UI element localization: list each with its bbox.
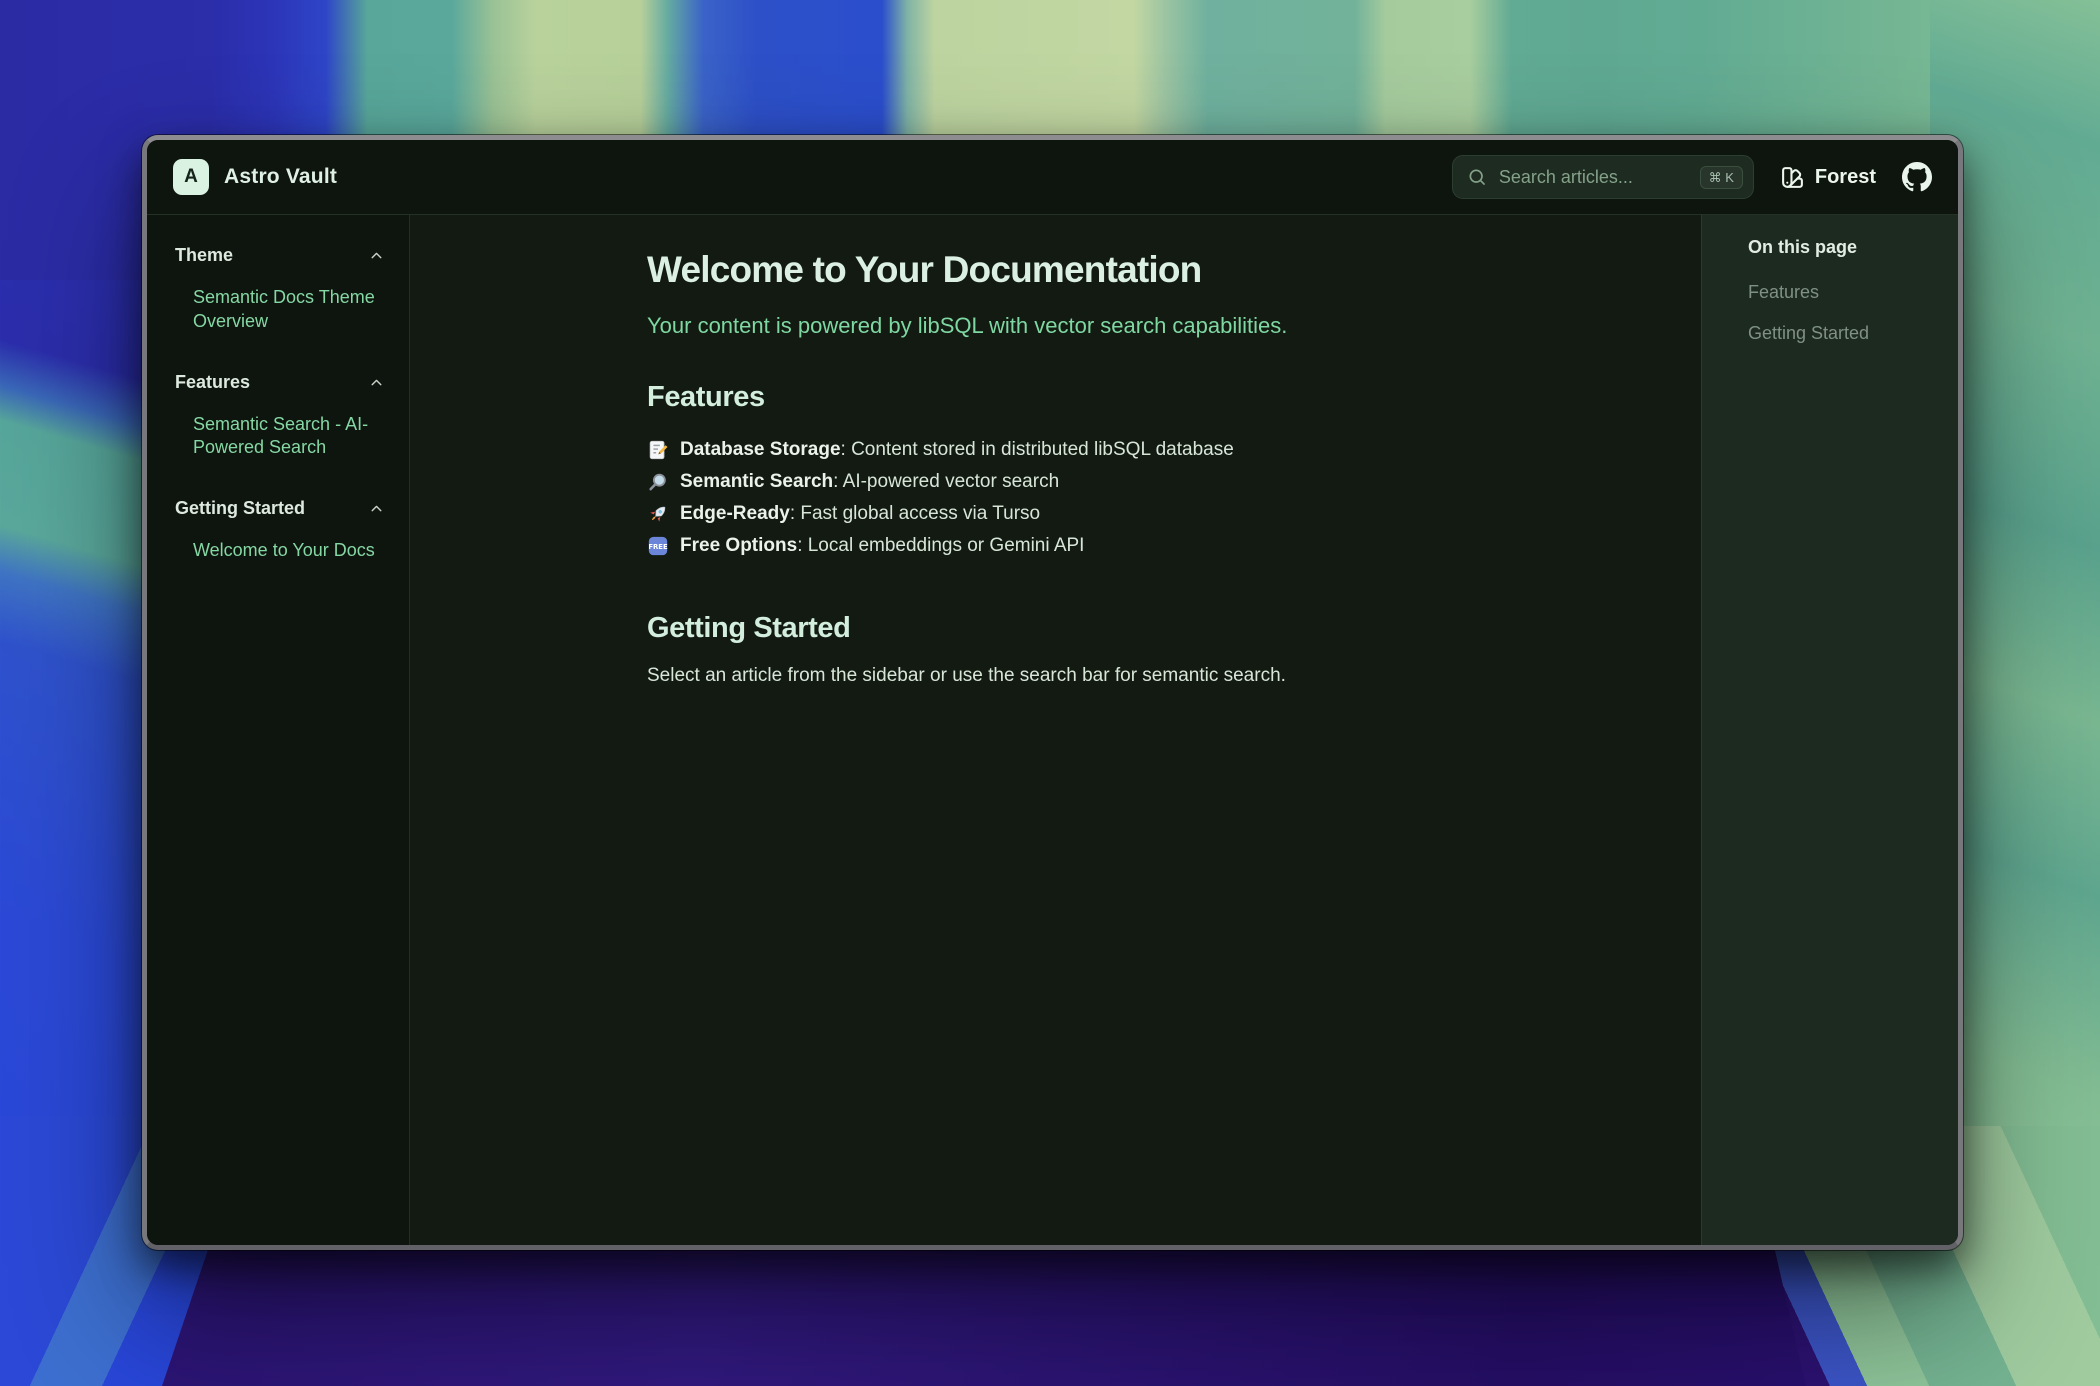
sidebar-section-label: Features [175, 372, 250, 393]
search-shortcut-badge: ⌘ K [1700, 166, 1743, 189]
search-bar[interactable]: ⌘ K [1452, 155, 1754, 199]
sidebar-item-welcome-to-your-docs[interactable]: Welcome to Your Docs [175, 539, 385, 563]
app-window: A Astro Vault ⌘ K Forest [142, 135, 1963, 1250]
getting-started-text: Select an article from the sidebar or us… [647, 665, 1477, 687]
sidebar-section-getting-started: Getting Started Welcome to Your Docs [175, 498, 385, 563]
sidebar-item-semantic-docs-theme-overview[interactable]: Semantic Docs Theme Overview [175, 286, 385, 334]
theme-selector-button[interactable]: Forest [1780, 165, 1876, 190]
list-item: Database Storage: Content stored in dist… [647, 434, 1477, 466]
chevron-up-icon[interactable] [368, 500, 385, 517]
swatch-book-icon [1780, 165, 1805, 190]
list-item: Semantic Search: AI-powered vector searc… [647, 466, 1477, 498]
feature-text: Edge-Ready: Fast global access via Turso [680, 503, 1040, 525]
header-bar: A Astro Vault ⌘ K Forest [147, 140, 1958, 215]
rocket-emoji-icon [647, 503, 669, 525]
theme-name-label: Forest [1815, 166, 1876, 189]
header-actions: ⌘ K Forest [1452, 155, 1932, 199]
sidebar-section-label: Getting Started [175, 498, 305, 519]
getting-started-heading: Getting Started [647, 612, 1477, 645]
memo-emoji-icon [647, 439, 669, 461]
list-item: FREE Free Options: Local embeddings or G… [647, 530, 1477, 562]
free-emoji-icon: FREE [647, 535, 669, 557]
main-content: Welcome to Your Documentation Your conte… [410, 215, 1701, 1245]
sidebar-section-theme: Theme Semantic Docs Theme Overview [175, 245, 385, 334]
sidebar-item-semantic-search[interactable]: Semantic Search - AI-Powered Search [175, 413, 385, 461]
sidebar-section-label: Theme [175, 245, 233, 266]
features-list: Database Storage: Content stored in dist… [647, 434, 1477, 562]
app-logo-letter: A [184, 166, 198, 188]
app-logo[interactable]: A [173, 159, 209, 195]
features-heading: Features [647, 381, 1477, 414]
toc-heading: On this page [1748, 237, 1938, 258]
sidebar-nav: Theme Semantic Docs Theme Overview Featu… [147, 215, 410, 1245]
magnifier-emoji-icon [647, 471, 669, 493]
chevron-up-icon[interactable] [368, 374, 385, 391]
sidebar-section-header-theme[interactable]: Theme [175, 245, 385, 266]
sidebar-section-header-getting-started[interactable]: Getting Started [175, 498, 385, 519]
app-title[interactable]: Astro Vault [224, 165, 337, 189]
sidebar-section-features: Features Semantic Search - AI-Powered Se… [175, 372, 385, 461]
feature-text: Free Options: Local embeddings or Gemini… [680, 535, 1084, 557]
window-body: Theme Semantic Docs Theme Overview Featu… [147, 215, 1958, 1245]
svg-text:FREE: FREE [648, 543, 668, 551]
search-input[interactable] [1497, 166, 1690, 189]
page-title: Welcome to Your Documentation [647, 249, 1477, 291]
toc-link-features[interactable]: Features [1748, 282, 1938, 303]
feature-text: Semantic Search: AI-powered vector searc… [680, 471, 1059, 493]
article: Welcome to Your Documentation Your conte… [647, 249, 1477, 687]
intro-text: Your content is powered by libSQL with v… [647, 313, 1477, 339]
github-link[interactable] [1902, 162, 1932, 192]
toc-link-getting-started[interactable]: Getting Started [1748, 323, 1938, 344]
github-icon [1902, 162, 1932, 192]
on-this-page-panel: On this page Features Getting Started [1701, 215, 1958, 1245]
sidebar-section-header-features[interactable]: Features [175, 372, 385, 393]
feature-text: Database Storage: Content stored in dist… [680, 439, 1234, 461]
list-item: Edge-Ready: Fast global access via Turso [647, 498, 1477, 530]
search-icon [1467, 167, 1487, 187]
chevron-up-icon[interactable] [368, 247, 385, 264]
